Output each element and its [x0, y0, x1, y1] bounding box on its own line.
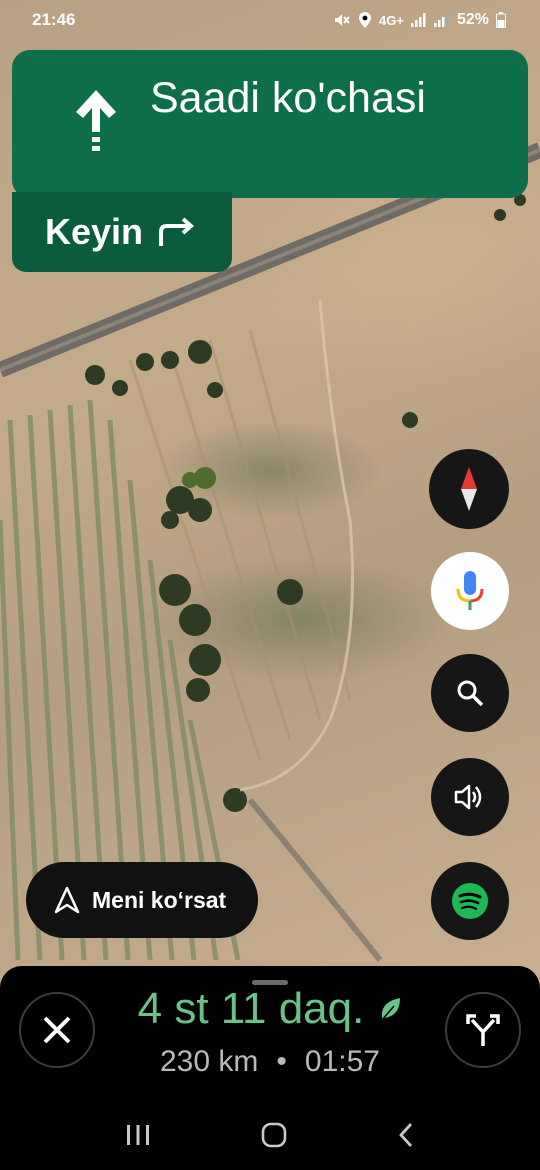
status-bar: 21:46 4G+ 52%	[0, 0, 540, 40]
signal-icon-2	[433, 13, 449, 27]
compass-icon	[461, 467, 477, 511]
eta-duration: 4 st 11 daq.	[137, 984, 365, 1033]
location-icon	[359, 12, 372, 28]
status-time: 21:46	[32, 10, 76, 29]
home-icon[interactable]	[260, 1122, 288, 1148]
system-navigation-bar	[0, 1100, 540, 1170]
alternate-routes-icon	[466, 1014, 500, 1046]
network-type: 4G+	[379, 12, 404, 28]
battery-percent: 52%	[456, 11, 489, 28]
recents-icon[interactable]	[124, 1123, 152, 1147]
alternate-routes-button[interactable]	[445, 992, 521, 1068]
mute-icon	[335, 14, 350, 26]
trip-separator: •	[276, 1045, 287, 1078]
leaf-icon	[381, 998, 401, 1021]
navigation-banner[interactable]: Saadi ko'chasi	[12, 50, 528, 198]
recenter-button[interactable]: Meni ko‘rsat	[26, 862, 258, 938]
arrow-up-icon	[76, 90, 116, 151]
turn-right-icon	[159, 217, 195, 246]
compass-button[interactable]	[429, 449, 509, 529]
trip-distance: 230 km	[160, 1045, 259, 1078]
signal-icon	[410, 13, 426, 27]
volume-icon	[454, 784, 482, 810]
status-icons: 4G+ 52%	[333, 11, 506, 29]
spotify-button[interactable]	[431, 862, 509, 940]
sound-button[interactable]	[431, 758, 509, 836]
microphone-icon	[456, 571, 484, 610]
navigation-arrow-icon	[54, 886, 80, 914]
arrival-time: 01:57	[304, 1045, 380, 1078]
spotify-icon	[452, 883, 488, 919]
then-maneuver-chip[interactable]: Keyin	[12, 192, 232, 272]
back-icon[interactable]	[396, 1121, 416, 1149]
then-label: Keyin	[45, 211, 144, 252]
recenter-label: Meni ko‘rsat	[92, 886, 227, 913]
search-button[interactable]	[431, 654, 509, 732]
search-icon	[457, 680, 484, 707]
next-street-name: Saadi ko'chasi	[150, 74, 426, 122]
voice-search-button[interactable]	[431, 552, 509, 630]
battery-icon	[496, 12, 506, 28]
